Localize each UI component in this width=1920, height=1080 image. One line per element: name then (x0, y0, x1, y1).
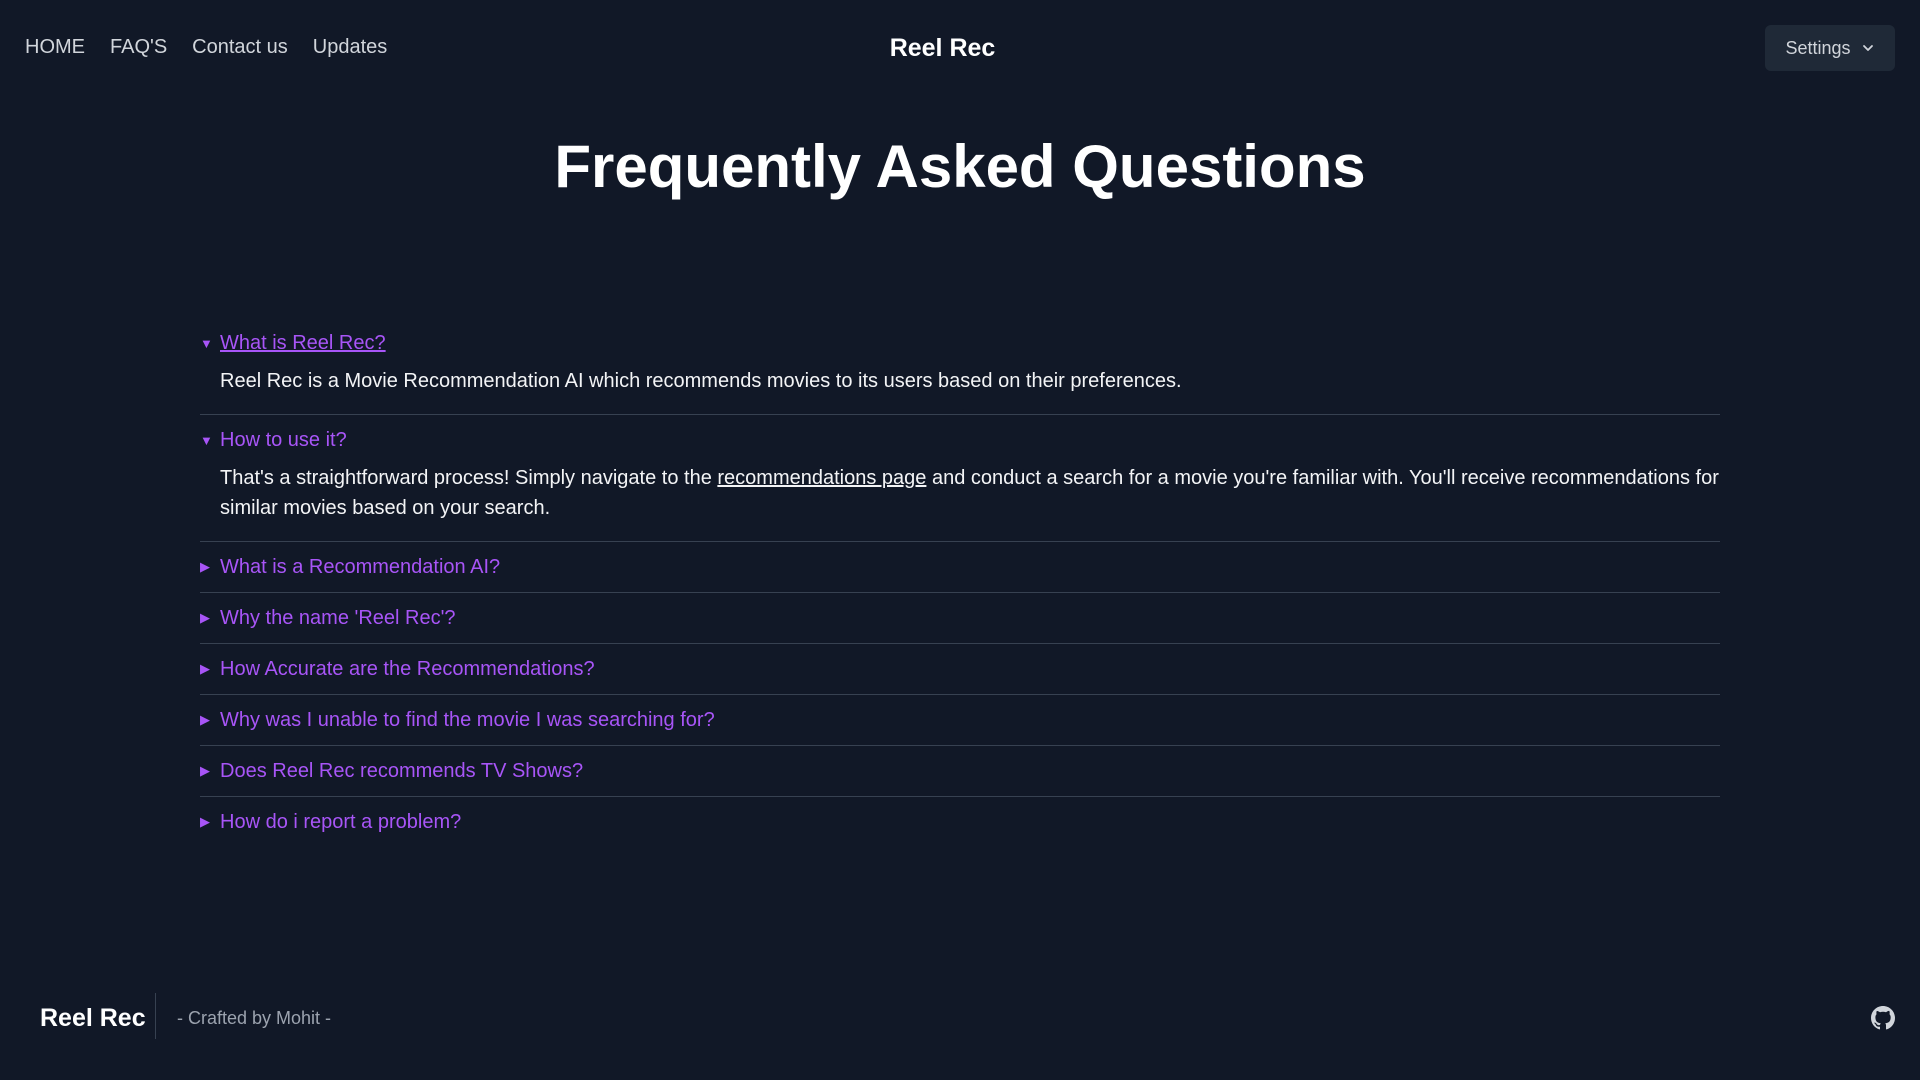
faq-answer-text: That's a straightforward process! Simply… (220, 467, 718, 489)
github-icon[interactable] (1871, 1006, 1895, 1030)
faq-answer: Reel Rec is a Movie Recommendation AI wh… (220, 370, 1182, 392)
triangle-right-icon: ▶ (200, 661, 210, 676)
faq-item: ▶ How Accurate are the Recommendations? (200, 644, 1720, 695)
triangle-right-icon: ▶ (200, 559, 210, 574)
faq-item: ▶ What is a Recommendation AI? (200, 542, 1720, 593)
faq-question[interactable]: ▶ Why the name 'Reel Rec'? (200, 593, 1720, 643)
faq-question-label: How Accurate are the Recommendations? (220, 657, 595, 680)
triangle-down-icon: ▼ (200, 432, 213, 448)
page-title: Frequently Asked Questions (554, 133, 1366, 200)
footer-brand: Reel Rec (40, 1004, 146, 1032)
faq-question-label: What is a Recommendation AI? (220, 555, 501, 578)
faq-question[interactable]: ▶ How do i report a problem? (200, 797, 1720, 847)
faq-question[interactable]: ▶ Does Reel Rec recommends TV Shows? (200, 746, 1720, 796)
footer-divider (155, 993, 156, 1039)
faq-question-label: Does Reel Rec recommends TV Shows? (220, 759, 584, 782)
site-brand: Reel Rec (889, 34, 996, 62)
faq-question[interactable]: ▼ How to use it? (200, 415, 1720, 457)
header: HOME FAQ'S Contact us Updates Reel Rec S… (0, 0, 1920, 100)
faq-question[interactable]: ▶ What is a Recommendation AI? (200, 542, 1720, 592)
faq-question-label: Why was I unable to find the movie I was… (220, 708, 715, 731)
faq-question-label: Why the name 'Reel Rec'? (220, 606, 456, 629)
faq-question-label: What is Reel Rec? (220, 331, 386, 354)
triangle-right-icon: ▶ (200, 610, 210, 625)
settings-button-label: Settings (1785, 37, 1851, 58)
faq-question-label: How to use it? (220, 428, 347, 451)
faq-item: ▶ Why was I unable to find the movie I w… (200, 695, 1720, 746)
faq-item: ▶ Why the name 'Reel Rec'? (200, 593, 1720, 644)
triangle-right-icon: ▶ (200, 763, 210, 778)
faq-item: ▶ How do i report a problem? (200, 797, 1720, 847)
faq-list: ▼ What is Reel Rec? Reel Rec is a Movie … (200, 326, 1720, 847)
triangle-right-icon: ▶ (200, 814, 210, 829)
recommendations-page-link[interactable]: recommendations page (717, 467, 926, 489)
faq-question[interactable]: ▼ What is Reel Rec? (200, 326, 1720, 360)
triangle-right-icon: ▶ (200, 712, 210, 727)
settings-button[interactable]: Settings (1765, 25, 1895, 71)
faq-question[interactable]: ▶ How Accurate are the Recommendations? (200, 644, 1720, 694)
faq-answer: That's a straightforward process! Simply… (200, 457, 1720, 541)
faq-question-label: How do i report a problem? (220, 810, 462, 833)
footer: Reel Rec - Crafted by Mohit - (0, 990, 1920, 1046)
page: HOME FAQ'S Contact us Updates Reel Rec S… (0, 0, 1920, 1080)
faq-item: ▼ How to use it? That's a straightforwar… (200, 415, 1720, 542)
faq-item: ▼ What is Reel Rec? Reel Rec is a Movie … (200, 326, 1720, 415)
footer-credit: - Crafted by Mohit - (177, 1008, 332, 1028)
chevron-down-icon (1862, 45, 1873, 51)
faq-item: ▶ Does Reel Rec recommends TV Shows? (200, 746, 1720, 797)
triangle-down-icon: ▼ (200, 335, 213, 351)
faq-question[interactable]: ▶ Why was I unable to find the movie I w… (200, 695, 1720, 745)
